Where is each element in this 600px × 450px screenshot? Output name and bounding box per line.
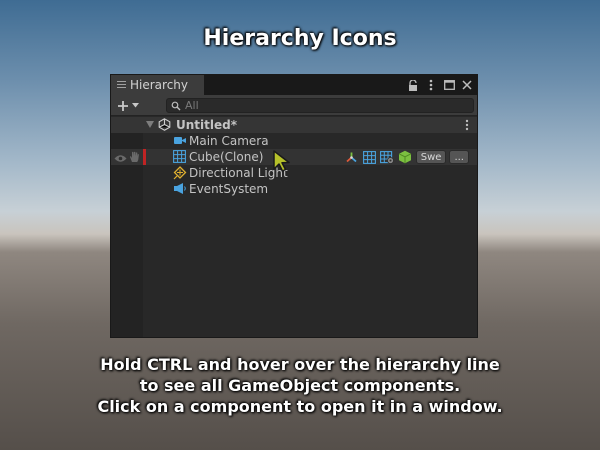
plus-icon bbox=[118, 100, 128, 111]
hierarchy-item-directional-light[interactable]: Directional Light bbox=[111, 165, 477, 181]
chevron-down-icon bbox=[132, 103, 139, 108]
prefab-override-marker bbox=[143, 149, 146, 165]
unity-logo-icon bbox=[158, 118, 171, 134]
caption-line: Click on a component to open it in a win… bbox=[97, 397, 503, 416]
lock-icon[interactable] bbox=[407, 78, 419, 92]
hierarchy-item-eventsystem[interactable]: EventSystem bbox=[111, 181, 477, 197]
grid-mesh-icon bbox=[173, 150, 186, 166]
box-collider-icon[interactable] bbox=[398, 150, 413, 165]
item-label: EventSystem bbox=[189, 182, 269, 196]
list-icon bbox=[117, 81, 126, 89]
instruction-caption: Hold CTRL and hover over the hierarchy l… bbox=[0, 354, 600, 417]
tab-label: Hierarchy bbox=[130, 78, 189, 92]
item-label: Cube(Clone) bbox=[189, 150, 264, 164]
kebab-menu-icon[interactable] bbox=[425, 78, 437, 92]
caption-line: to see all GameObject components. bbox=[139, 376, 461, 395]
fold-arrow-icon[interactable] bbox=[146, 121, 154, 128]
hierarchy-window: Hierarchy All Untitled* Main Camera Cube… bbox=[110, 74, 478, 338]
search-box[interactable] bbox=[166, 98, 474, 113]
scene-name: Untitled* bbox=[176, 118, 237, 132]
visibility-eye-icon[interactable] bbox=[114, 152, 127, 166]
mesh-filter-icon[interactable] bbox=[362, 150, 377, 165]
camera-icon bbox=[173, 134, 187, 150]
window-controls bbox=[407, 77, 473, 93]
hierarchy-toolbar bbox=[111, 95, 477, 116]
close-icon[interactable] bbox=[461, 78, 473, 92]
create-dropdown-button[interactable] bbox=[117, 98, 145, 113]
script-component-pill[interactable]: Swe bbox=[415, 150, 447, 164]
tab-hierarchy[interactable]: Hierarchy bbox=[111, 75, 204, 95]
more-components-button[interactable]: ... bbox=[449, 150, 469, 164]
search-icon bbox=[171, 101, 181, 110]
transform-icon[interactable] bbox=[344, 150, 359, 165]
maximize-icon[interactable] bbox=[443, 78, 455, 92]
caption-line: Hold CTRL and hover over the hierarchy l… bbox=[100, 355, 500, 374]
hierarchy-item-main-camera[interactable]: Main Camera bbox=[111, 133, 477, 149]
item-label: Main Camera bbox=[189, 134, 269, 148]
mouse-cursor-icon bbox=[273, 150, 290, 172]
scene-header-row[interactable]: Untitled* bbox=[111, 117, 477, 133]
component-icons: Swe ... bbox=[344, 149, 469, 165]
mesh-renderer-icon[interactable] bbox=[380, 150, 395, 165]
search-input[interactable] bbox=[185, 99, 445, 112]
pickable-hand-icon[interactable] bbox=[129, 151, 140, 166]
tab-bar: Hierarchy bbox=[111, 75, 477, 95]
headline: Hierarchy Icons bbox=[203, 26, 397, 51]
hierarchy-item-cube-clone[interactable]: Cube(Clone) Swe ... bbox=[111, 149, 477, 165]
megaphone-icon bbox=[173, 182, 187, 198]
scene-menu-icon[interactable] bbox=[465, 119, 469, 134]
